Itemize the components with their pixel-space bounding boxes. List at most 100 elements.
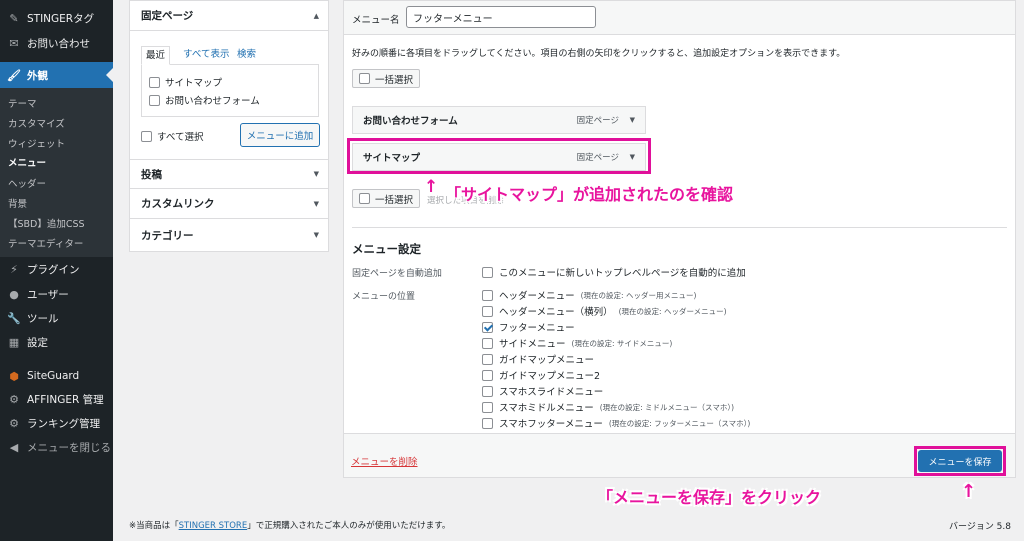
accordion-title: カテゴリー — [141, 229, 194, 242]
checkbox[interactable] — [482, 337, 493, 349]
sidebar-item-ranking[interactable]: ⚙ ランキング管理 — [0, 411, 113, 435]
bulk-select-label: 一括選択 — [375, 194, 414, 206]
accordion-categories[interactable]: カテゴリー ▼ — [130, 220, 328, 250]
footer-store-link[interactable]: STINGER STORE — [179, 521, 248, 531]
checkbox[interactable] — [482, 305, 493, 317]
location-note: (現在の設定: サイドメニュー) — [571, 338, 673, 348]
page-checkbox-sitemap[interactable]: サイトマップ — [149, 75, 222, 89]
location-label: スマホミドルメニュー — [499, 403, 594, 414]
location-label: サイドメニュー — [499, 339, 566, 350]
page-checkbox-contact-form[interactable]: お問い合わせフォーム — [149, 93, 260, 107]
chevron-up-icon: ▲ — [313, 11, 319, 20]
submenu-item-theme[interactable]: テーマ — [8, 96, 37, 110]
location-sp-slide-menu[interactable]: スマホスライドメニュー — [482, 384, 603, 398]
sidebar-item-users[interactable]: ● ユーザー — [0, 282, 113, 306]
location-label: フッターメニュー — [499, 323, 575, 334]
checkbox[interactable] — [482, 369, 493, 381]
location-guidemap-menu[interactable]: ガイドマップメニュー — [482, 352, 594, 366]
sidebar-item-tools[interactable]: 🔧 ツール — [0, 306, 113, 330]
accordion-custom-links[interactable]: カスタムリンク ▼ — [130, 189, 328, 219]
annotation-click-text: 「メニューを保存」をクリック — [597, 488, 822, 507]
location-guidemap-menu-2[interactable]: ガイドマップメニュー2 — [482, 368, 600, 382]
annotation-arrow-up: ↑ — [961, 481, 977, 502]
accordion-posts[interactable]: 投稿 ▼ — [130, 159, 328, 189]
submenu-item-header[interactable]: ヘッダー — [8, 176, 46, 190]
bulk-select-bottom[interactable]: 一括選択 — [352, 189, 420, 208]
submenu-item-sbd-css[interactable]: 【SBD】追加CSS — [8, 216, 85, 230]
checkbox[interactable] — [149, 76, 160, 88]
mail-icon: ✉ — [9, 36, 19, 50]
menu-item-contact-form[interactable]: お問い合わせフォーム 固定ページ ▼ — [352, 106, 646, 134]
footer-notice-suffix: 」で正規購入されたご本人のみが使用いただけます。 — [247, 521, 451, 531]
checkbox[interactable] — [482, 417, 493, 429]
chevron-down-icon[interactable]: ▼ — [630, 116, 635, 124]
delete-menu-link[interactable]: メニューを削除 — [351, 454, 418, 468]
checkbox[interactable] — [359, 193, 370, 204]
sidebar-item-label: STINGERタグ — [27, 12, 95, 25]
add-menu-items-panel: 固定ページ ▲ 最近 すべて表示 検索 サイトマップ お問い合わせフォーム すべ… — [129, 0, 329, 252]
annotation-arrow-up: ↑ — [424, 177, 439, 197]
chevron-down-icon: ▼ — [313, 199, 319, 208]
auto-add-checkbox[interactable]: このメニューに新しいトップレベルページを自動的に追加 — [482, 265, 746, 279]
sidebar-item-label: AFFINGER 管理 — [27, 393, 104, 406]
location-label: ガイドマップメニュー — [499, 355, 595, 366]
checkbox[interactable] — [149, 94, 160, 106]
location-note: (現在の設定: ヘッダーメニュー) — [618, 306, 727, 316]
location-label: スマホスライドメニュー — [499, 387, 604, 398]
sidebar-item-contact[interactable]: ✉ お問い合わせ — [0, 31, 113, 55]
select-all-checkbox[interactable]: すべて選択 — [141, 129, 203, 143]
submenu-item-customize[interactable]: カスタマイズ — [8, 116, 65, 130]
checkbox[interactable] — [482, 289, 493, 301]
location-footer-menu[interactable]: フッターメニュー — [482, 320, 575, 334]
sidebar-item-plugins[interactable]: ⚡ プラグイン — [0, 257, 113, 281]
admin-sidebar: ✎ STINGERタグ ✉ お問い合わせ 🖌 外観 テーマ カスタマイズ ウィジ… — [0, 0, 113, 541]
menu-item-title: お問い合わせフォーム — [363, 116, 458, 127]
brush-icon: 🖌 — [7, 68, 21, 82]
sidebar-item-label: 設定 — [27, 336, 48, 349]
checkbox[interactable] — [482, 266, 493, 278]
plugin-icon: ⚡ — [10, 262, 18, 276]
location-side-menu[interactable]: サイドメニュー (現在の設定: サイドメニュー) — [482, 336, 672, 350]
submenu-item-menus[interactable]: メニュー — [8, 155, 46, 169]
accordion-fixed-pages[interactable]: 固定ページ ▲ — [130, 1, 328, 31]
location-label: ヘッダーメニュー — [499, 291, 575, 302]
add-to-menu-button[interactable]: メニューに追加 — [240, 123, 320, 147]
checkbox[interactable] — [482, 353, 493, 365]
highlight-box-sitemap — [347, 138, 651, 174]
location-sp-middle-menu[interactable]: スマホミドルメニュー (現在の設定: ミドルメニュー（スマホ）) — [482, 400, 734, 414]
location-sp-footer-menu[interactable]: スマホフッターメニュー (現在の設定: フッターメニュー（スマホ）) — [482, 416, 750, 430]
checkbox[interactable] — [482, 321, 493, 333]
tab-search[interactable]: 検索 — [233, 46, 260, 65]
menu-name-input[interactable]: フッターメニュー — [406, 6, 596, 28]
location-label: スマホフッターメニュー — [499, 419, 603, 430]
accordion-title: 固定ページ — [141, 10, 194, 22]
sidebar-item-siteguard[interactable]: ⬢ SiteGuard — [0, 364, 113, 388]
bulk-select-top[interactable]: 一括選択 — [352, 69, 420, 88]
footer-notice-prefix: ※当商品は「 — [129, 521, 179, 531]
submenu-item-theme-editor[interactable]: テーマエディター — [8, 236, 83, 250]
sidebar-item-settings[interactable]: ▦ 設定 — [0, 330, 113, 354]
sidebar-item-stinger-tag[interactable]: ✎ STINGERタグ — [0, 6, 113, 30]
menu-footer-bar: メニューを削除 メニューを保存 — [344, 433, 1015, 477]
location-note: (現在の設定: ミドルメニュー（スマホ）) — [599, 402, 735, 412]
sidebar-item-affinger[interactable]: ⚙ AFFINGER 管理 — [0, 387, 113, 411]
checkbox[interactable] — [482, 385, 493, 397]
chevron-down-icon: ▼ — [313, 170, 319, 178]
sidebar-item-appearance[interactable]: 🖌 外観 — [0, 62, 113, 88]
tab-show-all[interactable]: すべて表示 — [179, 46, 233, 65]
location-header-menu[interactable]: ヘッダーメニュー (現在の設定: ヘッダー用メニュー) — [482, 288, 696, 302]
sidebar-item-label: ランキング管理 — [27, 417, 101, 430]
checkbox[interactable] — [141, 130, 152, 142]
checkbox[interactable] — [482, 401, 493, 413]
page-label: サイトマップ — [165, 78, 223, 89]
collapse-icon: ◀ — [9, 440, 19, 454]
checkbox[interactable] — [359, 73, 370, 84]
select-all-label: すべて選択 — [157, 132, 204, 143]
location-header-menu-row[interactable]: ヘッダーメニュー（横列） (現在の設定: ヘッダーメニュー) — [482, 304, 727, 318]
tab-recent[interactable]: 最近 — [141, 46, 171, 65]
submenu-item-background[interactable]: 背景 — [8, 196, 27, 210]
submenu-item-widgets[interactable]: ウィジェット — [8, 136, 65, 150]
page-tabs: 最近 すべて表示 検索 — [141, 46, 319, 65]
sidebar-collapse-button[interactable]: ◀ メニューを閉じる — [0, 435, 113, 459]
sidebar-item-label: ユーザー — [27, 288, 69, 301]
